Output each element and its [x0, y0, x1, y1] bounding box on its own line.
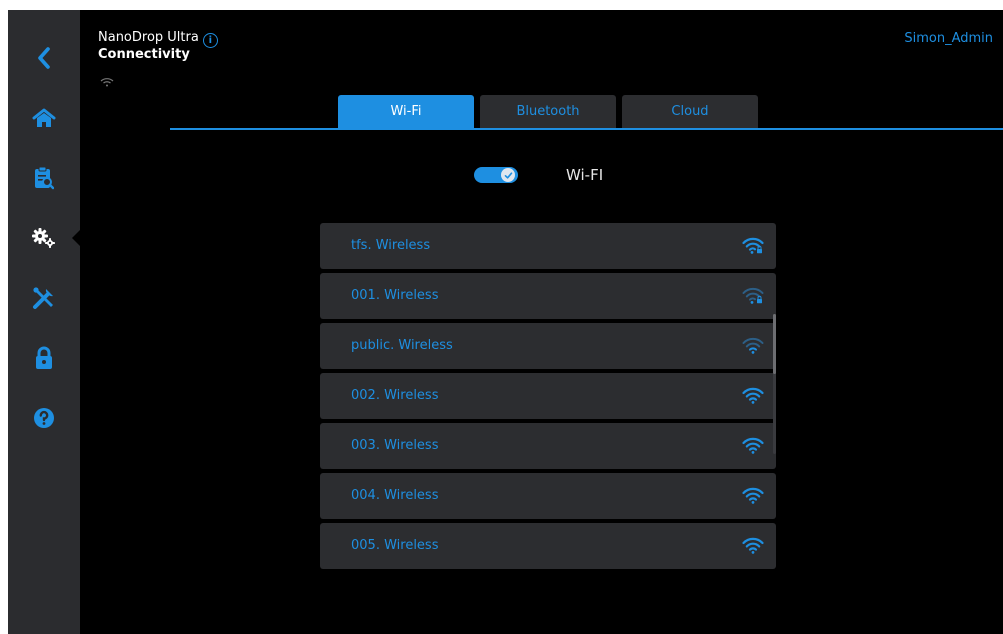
- active-indicator: [72, 229, 81, 247]
- user-name[interactable]: Simon_Admin: [904, 31, 993, 47]
- sidebar-item-settings[interactable]: [8, 218, 81, 258]
- home-icon: [32, 108, 56, 127]
- scrollbar[interactable]: [773, 314, 776, 454]
- tab-cloud[interactable]: Cloud: [622, 95, 758, 128]
- wifi-toggle[interactable]: [474, 167, 518, 183]
- wifi-weak-locked-icon: [742, 287, 764, 304]
- tab-wifi[interactable]: Wi-Fi: [338, 95, 474, 128]
- clipboard-search-icon: [35, 166, 54, 190]
- back-icon: [38, 47, 50, 69]
- network-name: 005. Wireless: [351, 538, 439, 553]
- network-name: 003. Wireless: [351, 438, 439, 453]
- wifi-icon: [742, 387, 764, 404]
- help-icon: [34, 408, 54, 428]
- sidebar: [8, 10, 81, 634]
- tab-bar: Wi-Fi Bluetooth Cloud: [338, 95, 758, 128]
- page-title: Connectivity: [98, 47, 190, 62]
- sidebar-item-help[interactable]: [8, 398, 80, 438]
- network-row[interactable]: 001. Wireless: [320, 273, 776, 319]
- sidebar-item-security[interactable]: [8, 338, 80, 378]
- network-name: 004. Wireless: [351, 488, 439, 503]
- info-icon[interactable]: i: [202, 33, 218, 48]
- wifi-icon: [742, 437, 764, 454]
- network-row[interactable]: 003. Wireless: [320, 423, 776, 469]
- network-row[interactable]: 005. Wireless: [320, 523, 776, 569]
- network-name: 001. Wireless: [351, 288, 439, 303]
- network-list: tfs. Wireless 001. Wireless public. Wire…: [320, 223, 776, 573]
- scrollbar-thumb[interactable]: [773, 314, 776, 374]
- sidebar-item-tools[interactable]: [8, 278, 80, 318]
- toggle-knob: [501, 168, 515, 182]
- network-name: public. Wireless: [351, 338, 453, 353]
- network-name: tfs. Wireless: [351, 238, 431, 253]
- network-row[interactable]: 002. Wireless: [320, 373, 776, 419]
- app-title: NanoDrop Ultra i: [98, 30, 218, 48]
- sidebar-item-results[interactable]: [8, 158, 80, 198]
- app-name: NanoDrop Ultra: [98, 30, 199, 45]
- tab-bluetooth[interactable]: Bluetooth: [480, 95, 616, 128]
- sidebar-item-home[interactable]: [8, 98, 80, 138]
- settings-gears-icon: [32, 228, 55, 248]
- network-row[interactable]: 004. Wireless: [320, 473, 776, 519]
- wifi-locked-icon: [742, 237, 764, 254]
- tab-underline: [170, 128, 1003, 130]
- network-row[interactable]: tfs. Wireless: [320, 223, 776, 269]
- network-name: 002. Wireless: [351, 388, 439, 403]
- network-row[interactable]: public. Wireless: [320, 323, 776, 369]
- app-screen: NanoDrop Ultra i Connectivity Simon_Admin…: [8, 10, 1003, 634]
- wifi-weak-icon: [742, 337, 764, 354]
- wifi-status-icon: [100, 78, 114, 87]
- wifi-icon: [742, 487, 764, 504]
- tools-icon: [33, 287, 53, 309]
- header: NanoDrop Ultra i Connectivity Simon_Admin…: [80, 10, 1003, 130]
- checkmark-icon: [504, 171, 512, 179]
- wifi-toggle-label: Wi-FI: [566, 166, 604, 184]
- lock-icon: [36, 346, 52, 369]
- wifi-icon: [742, 537, 764, 554]
- back-button[interactable]: [8, 38, 80, 78]
